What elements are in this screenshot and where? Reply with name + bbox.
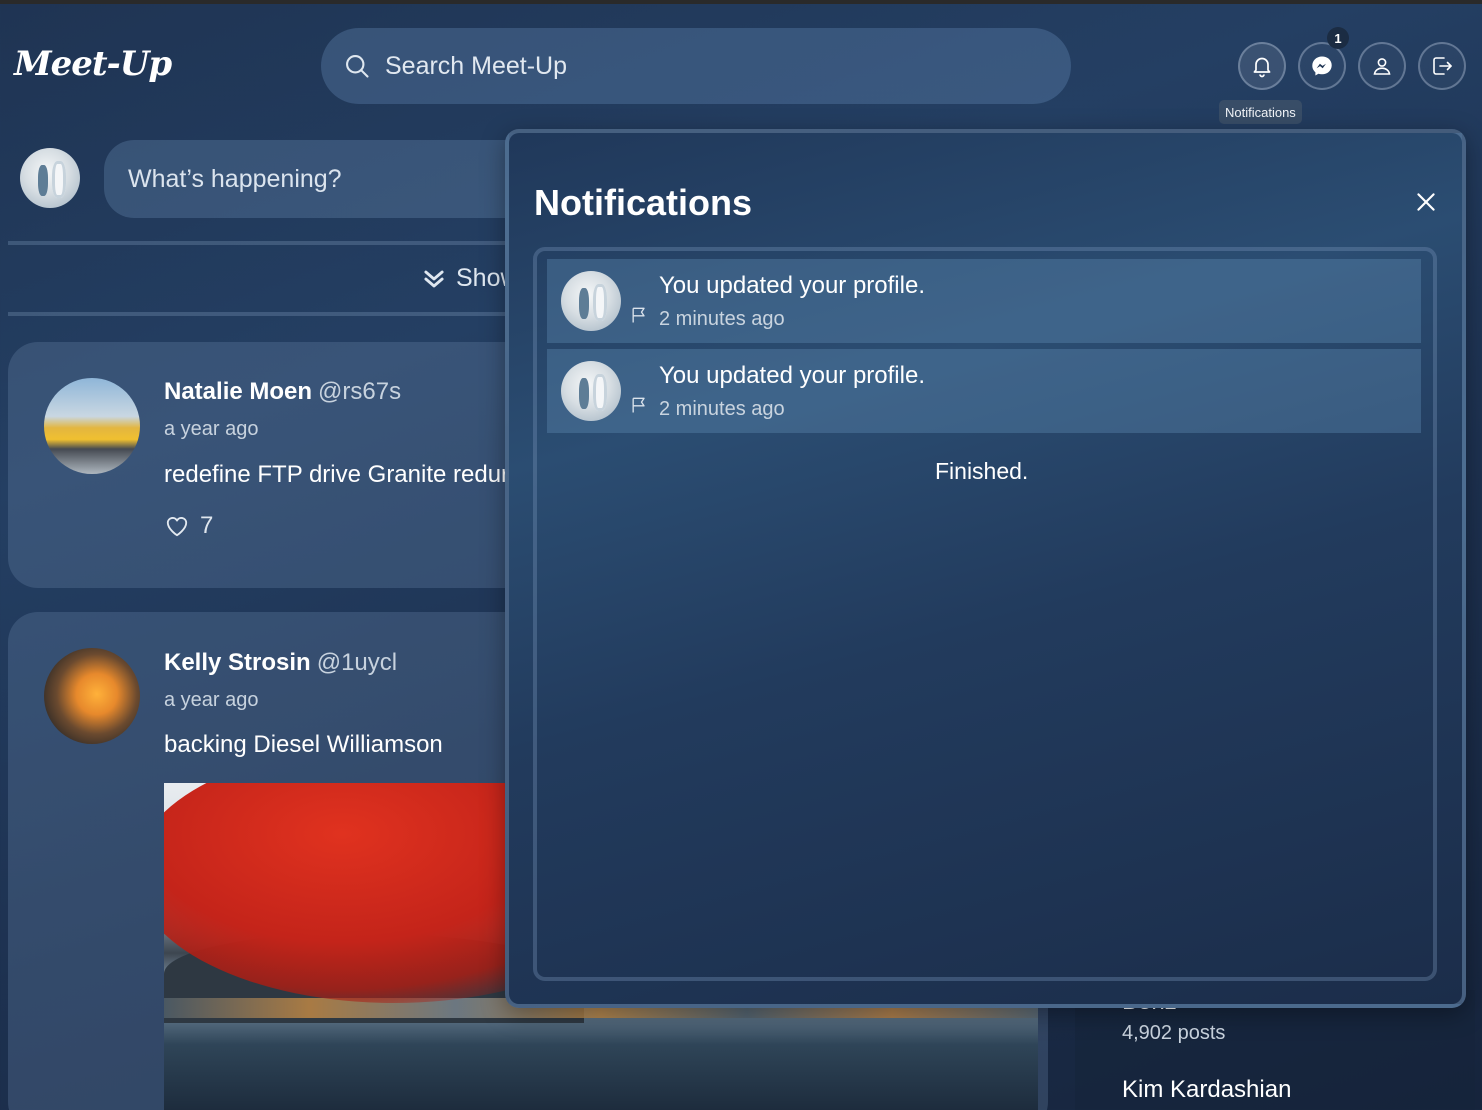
notification-text: You updated your profile.: [659, 272, 925, 299]
post-author[interactable]: Kelly Strosin @1uycl: [164, 649, 397, 677]
search-icon: [346, 55, 369, 78]
notifications-button[interactable]: [1238, 42, 1286, 90]
author-avatar[interactable]: [44, 378, 140, 474]
logout-icon: [1433, 57, 1452, 75]
notifications-title: Notifications: [534, 182, 753, 223]
trending-item-count: 4,902 posts: [1122, 1022, 1226, 1044]
like-button[interactable]: 7: [164, 512, 213, 540]
notification-avatar: [561, 271, 621, 331]
notifications-tooltip: Notifications: [1219, 100, 1302, 124]
author-name[interactable]: Kelly Strosin: [164, 649, 311, 676]
trending-item-name[interactable]: Kim Kardashian: [1122, 1076, 1291, 1104]
messages-button[interactable]: [1298, 42, 1346, 90]
window-top-edge: [0, 0, 1482, 4]
close-button[interactable]: [1410, 186, 1442, 218]
author-handle[interactable]: @1uycl: [317, 649, 397, 676]
author-handle[interactable]: @rs67s: [318, 378, 401, 405]
author-avatar[interactable]: [44, 648, 140, 744]
app-logo[interactable]: Meet-Up: [14, 44, 172, 84]
notification-avatar: [561, 361, 621, 421]
logout-button[interactable]: [1418, 42, 1466, 90]
notifications-end-text: Finished.: [935, 458, 1029, 484]
flag-icon[interactable]: [629, 305, 649, 325]
divider: [8, 241, 518, 245]
author-name[interactable]: Natalie Moen: [164, 378, 312, 405]
like-count: 7: [200, 512, 214, 539]
user-icon: [1373, 58, 1391, 75]
messenger-icon: [1312, 56, 1332, 76]
post-time: a year ago: [164, 418, 259, 440]
notification-item[interactable]: You updated your profile. 2 minutes ago: [547, 349, 1421, 433]
post-text: backing Diesel Williamson: [164, 731, 443, 758]
notification-time: 2 minutes ago: [659, 398, 785, 420]
double-chevron-down-icon: [424, 270, 444, 287]
divider: [8, 312, 518, 316]
search-input[interactable]: [385, 51, 985, 81]
search-bar[interactable]: [321, 28, 1071, 104]
close-icon: [1417, 193, 1435, 211]
my-avatar[interactable]: [20, 148, 80, 208]
post-author[interactable]: Natalie Moen @rs67s: [164, 378, 401, 406]
notification-time: 2 minutes ago: [659, 308, 785, 330]
flag-icon[interactable]: [629, 395, 649, 415]
post-time: a year ago: [164, 689, 259, 711]
notification-item[interactable]: You updated your profile. 2 minutes ago: [547, 259, 1421, 343]
post-text: redefine FTP drive Granite redur: [164, 461, 510, 488]
bell-icon: [1253, 57, 1271, 78]
messages-count-badge: 1: [1327, 27, 1349, 49]
notification-text: You updated your profile.: [659, 362, 925, 389]
show-more-button[interactable]: Show: [420, 264, 519, 293]
profile-button[interactable]: [1358, 42, 1406, 90]
heart-icon: [166, 517, 188, 537]
